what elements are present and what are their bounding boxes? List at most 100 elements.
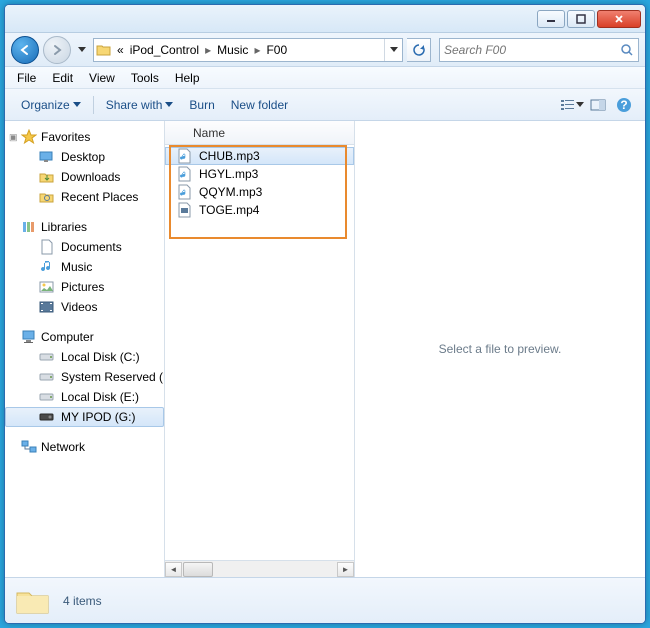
content-area: ▣ Favorites Desktop Downloads Recent Plac…: [5, 121, 645, 577]
menu-file[interactable]: File: [9, 69, 44, 87]
pictures-icon: [39, 279, 55, 295]
nav-pictures[interactable]: Pictures: [5, 277, 164, 297]
back-button[interactable]: [11, 36, 39, 64]
libraries-header[interactable]: Libraries: [5, 217, 164, 237]
horizontal-scrollbar[interactable]: ◄ ►: [165, 560, 354, 577]
favorites-label: Favorites: [41, 130, 90, 144]
item-count: 4 items: [63, 594, 102, 608]
nav-label: MY IPOD (G:): [61, 410, 135, 424]
menu-tools[interactable]: Tools: [123, 69, 167, 87]
nav-ipod[interactable]: MY IPOD (G:): [5, 407, 164, 427]
nav-videos[interactable]: Videos: [5, 297, 164, 317]
preview-pane-button[interactable]: [585, 94, 611, 116]
network-header[interactable]: Network: [5, 437, 164, 457]
chevron-right-icon[interactable]: ▸: [251, 43, 263, 57]
file-row[interactable]: TOGE.mp4: [165, 201, 354, 219]
nav-drive-d[interactable]: System Reserved (D:): [5, 367, 164, 387]
music-icon: [39, 259, 55, 275]
organize-button[interactable]: Organize: [13, 94, 89, 116]
nav-recent[interactable]: Recent Places: [5, 187, 164, 207]
file-row[interactable]: QQYM.mp3: [165, 183, 354, 201]
computer-icon: [21, 329, 37, 345]
share-label: Share with: [106, 98, 163, 112]
file-name: TOGE.mp4: [199, 203, 259, 217]
audio-file-icon: [177, 166, 193, 182]
nav-desktop[interactable]: Desktop: [5, 147, 164, 167]
menu-view[interactable]: View: [81, 69, 123, 87]
search-icon: [616, 43, 638, 57]
file-row[interactable]: CHUB.mp3: [165, 147, 354, 165]
file-name: CHUB.mp3: [199, 149, 260, 163]
column-header-name[interactable]: Name: [165, 121, 354, 145]
minimize-button[interactable]: [537, 10, 565, 28]
file-name: HGYL.mp3: [199, 167, 258, 181]
audio-file-icon: [177, 184, 193, 200]
folder-icon: [94, 43, 114, 57]
nav-music[interactable]: Music: [5, 257, 164, 277]
nav-bar: « iPod_Control ▸ Music ▸ F00: [5, 33, 645, 67]
burn-button[interactable]: Burn: [181, 94, 222, 116]
libraries-label: Libraries: [41, 220, 87, 234]
favorites-header[interactable]: ▣ Favorites: [5, 127, 164, 147]
nav-label: Desktop: [61, 150, 105, 164]
organize-label: Organize: [21, 98, 70, 112]
preview-empty-text: Select a file to preview.: [439, 342, 562, 356]
desktop-icon: [39, 149, 55, 165]
newfolder-button[interactable]: New folder: [223, 94, 296, 116]
chevron-right-icon[interactable]: ▸: [202, 43, 214, 57]
breadcrumb-prefix[interactable]: «: [114, 43, 127, 57]
ipod-icon: [39, 409, 55, 425]
nav-label: Recent Places: [61, 190, 138, 204]
drive-icon: [39, 369, 55, 385]
refresh-button[interactable]: [407, 38, 431, 62]
nav-label: Videos: [61, 300, 97, 314]
collapse-icon: ▣: [9, 132, 18, 143]
help-button[interactable]: ?: [611, 94, 637, 116]
computer-header[interactable]: Computer: [5, 327, 164, 347]
status-bar: 4 items: [5, 577, 645, 623]
forward-button[interactable]: [43, 36, 71, 64]
network-icon: [21, 439, 37, 455]
address-dropdown[interactable]: [384, 39, 402, 61]
recent-icon: [39, 189, 55, 205]
history-dropdown[interactable]: [75, 36, 89, 64]
scroll-thumb[interactable]: [183, 562, 213, 577]
search-input[interactable]: [440, 43, 616, 57]
file-row[interactable]: HGYL.mp3: [165, 165, 354, 183]
libraries-icon: [21, 219, 37, 235]
documents-icon: [39, 239, 55, 255]
maximize-button[interactable]: [567, 10, 595, 28]
breadcrumb-item[interactable]: Music: [214, 43, 251, 57]
scroll-left-button[interactable]: ◄: [165, 562, 182, 577]
video-file-icon: [177, 202, 193, 218]
view-options-button[interactable]: [559, 94, 585, 116]
nav-label: Pictures: [61, 280, 104, 294]
scroll-right-button[interactable]: ►: [337, 562, 354, 577]
nav-drive-c[interactable]: Local Disk (C:): [5, 347, 164, 367]
drive-icon: [39, 389, 55, 405]
audio-file-icon: [177, 148, 193, 164]
nav-drive-e[interactable]: Local Disk (E:): [5, 387, 164, 407]
folder-icon: [15, 585, 51, 617]
titlebar: [5, 5, 645, 33]
breadcrumb-item[interactable]: iPod_Control: [127, 43, 202, 57]
menu-edit[interactable]: Edit: [44, 69, 81, 87]
search-box[interactable]: [439, 38, 639, 62]
share-button[interactable]: Share with: [98, 94, 182, 116]
nav-label: Documents: [61, 240, 122, 254]
explorer-window: « iPod_Control ▸ Music ▸ F00 File Edit V…: [4, 4, 646, 624]
nav-downloads[interactable]: Downloads: [5, 167, 164, 187]
drive-icon: [39, 349, 55, 365]
close-button[interactable]: [597, 10, 641, 28]
preview-pane: Select a file to preview.: [355, 121, 645, 577]
nav-label: Local Disk (C:): [61, 350, 140, 364]
navigation-pane: ▣ Favorites Desktop Downloads Recent Plac…: [5, 121, 165, 577]
menu-help[interactable]: Help: [167, 69, 208, 87]
menubar: File Edit View Tools Help: [5, 67, 645, 89]
address-bar[interactable]: « iPod_Control ▸ Music ▸ F00: [93, 38, 403, 62]
toolbar: Organize Share with Burn New folder ?: [5, 89, 645, 121]
network-label: Network: [41, 440, 85, 454]
nav-documents[interactable]: Documents: [5, 237, 164, 257]
breadcrumb-item[interactable]: F00: [263, 43, 290, 57]
file-name: QQYM.mp3: [199, 185, 262, 199]
